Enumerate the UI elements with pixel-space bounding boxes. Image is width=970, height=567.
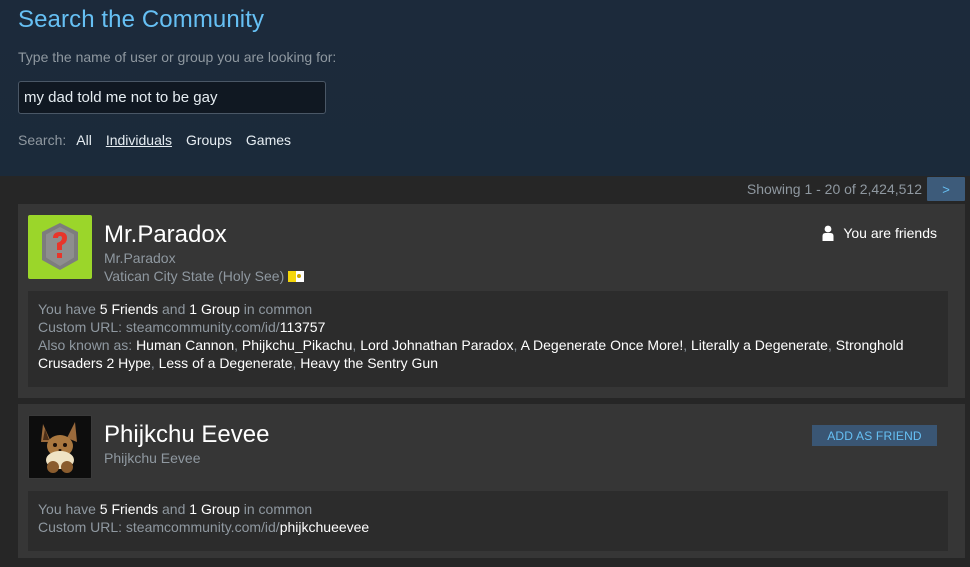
search-filter-label: Search: <box>18 132 67 148</box>
next-page-button[interactable]: > <box>927 177 965 201</box>
filter-individuals[interactable]: Individuals <box>106 132 172 148</box>
custom-url-id: 113757 <box>279 319 326 335</box>
add-as-friend-button[interactable]: ADD AS FRIEND <box>812 425 937 446</box>
common-prefix: You have <box>38 501 100 517</box>
common-groups-link[interactable]: 1 Group <box>189 501 240 517</box>
alias: A Degenerate Once More! <box>520 337 684 353</box>
common-friends-link[interactable]: 5 Friends <box>100 501 158 517</box>
search-input[interactable] <box>18 81 326 114</box>
results-count: Showing 1 - 20 of 2,424,512 <box>746 181 922 197</box>
common-line: You have 5 Friends and 1 Group in common <box>38 500 938 518</box>
result-location: Vatican City State (Holy See) <box>104 268 305 284</box>
filter-all[interactable]: All <box>76 132 92 148</box>
alias: Phijkchu_Pikachu <box>241 337 353 353</box>
custom-url-line: Custom URL: steamcommunity.com/id/phijkc… <box>38 518 938 536</box>
alias: Human Cannon <box>136 337 235 353</box>
search-result-card: Mr.Paradox Mr.Paradox Vatican City State… <box>18 204 965 398</box>
friend-status-text: You are friends <box>843 225 937 241</box>
eevee-avatar-icon <box>29 416 91 478</box>
common-and: and <box>158 501 190 517</box>
results-bar: Showing 1 - 20 of 2,424,512 <box>0 176 970 204</box>
vatican-flag-icon <box>288 270 305 282</box>
filter-games[interactable]: Games <box>246 132 291 148</box>
search-header: Search the Community Type the name of us… <box>0 0 970 176</box>
common-suffix: in common <box>239 301 313 317</box>
custom-url-prefix: Custom URL: steamcommunity.com/id/ <box>38 519 280 535</box>
common-info: You have 5 Friends and 1 Group in common… <box>28 491 948 551</box>
common-and: and <box>158 301 190 317</box>
friend-status: You are friends <box>821 225 937 241</box>
avatar[interactable] <box>28 415 92 479</box>
search-prompt: Type the name of user or group you are l… <box>18 49 337 65</box>
custom-url-id: phijkchueevee <box>279 519 370 535</box>
location-text: Vatican City State (Holy See) <box>104 268 285 284</box>
common-friends-link[interactable]: 5 Friends <box>100 301 158 317</box>
result-name[interactable]: Phijkchu Eevee <box>104 421 269 449</box>
common-prefix: You have <box>38 301 100 317</box>
alias: Less of a Degenerate <box>158 355 293 371</box>
aliases-line: Also known as: Human Cannon, Phijkchu_Pi… <box>38 337 904 371</box>
search-result-card: Phijkchu Eevee Phijkchu Eevee ADD AS FRI… <box>18 404 965 558</box>
filter-groups[interactable]: Groups <box>186 132 232 148</box>
common-groups-link[interactable]: 1 Group <box>189 301 240 317</box>
search-filter-row: Search: All Individuals Groups Games <box>18 132 305 148</box>
custom-url-line: Custom URL: steamcommunity.com/id/113757 <box>38 318 938 336</box>
avatar[interactable] <box>28 215 92 279</box>
result-subname: Phijkchu Eevee <box>104 450 201 466</box>
result-subname: Mr.Paradox <box>104 250 176 266</box>
result-name[interactable]: Mr.Paradox <box>104 221 227 249</box>
person-icon <box>822 225 834 241</box>
page-title: Search the Community <box>18 6 265 33</box>
custom-url-prefix: Custom URL: steamcommunity.com/id/ <box>38 319 280 335</box>
aliases-prefix: Also known as: <box>38 337 137 353</box>
common-line: You have 5 Friends and 1 Group in common <box>38 300 938 318</box>
common-suffix: in common <box>239 501 313 517</box>
alias: Heavy the Sentry Gun <box>300 355 439 371</box>
alias: Literally a Degenerate <box>691 337 828 353</box>
alias: Lord Johnathan Paradox <box>360 337 514 353</box>
question-mark-avatar-icon <box>29 216 91 278</box>
common-info: You have 5 Friends and 1 Group in common… <box>28 291 948 387</box>
